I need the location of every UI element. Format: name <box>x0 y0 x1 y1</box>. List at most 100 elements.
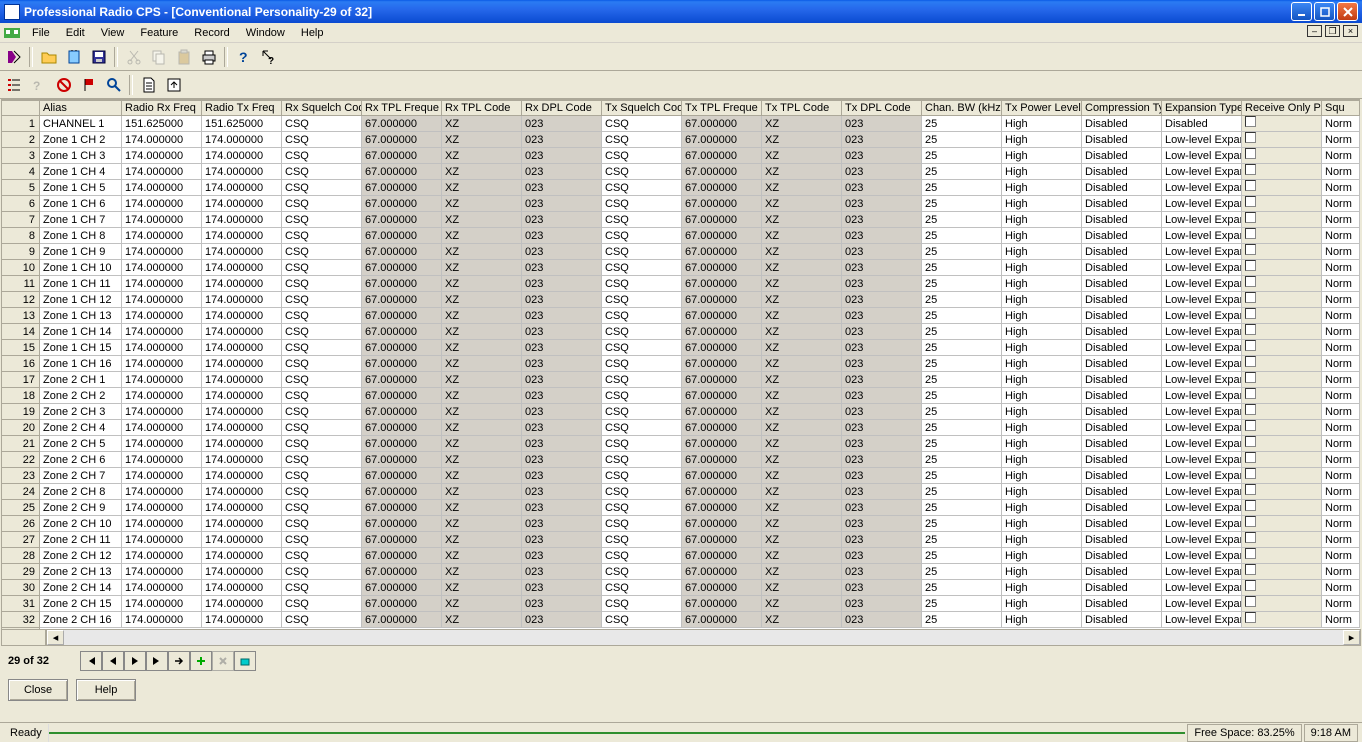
cell[interactable]: High <box>1002 276 1082 292</box>
cell[interactable]: 67.000000 <box>682 596 762 612</box>
cell[interactable]: 174.000000 <box>202 564 282 580</box>
cell[interactable]: Disabled <box>1082 468 1162 484</box>
cell[interactable]: Zone 1 CH 9 <box>40 244 122 260</box>
menu-view[interactable]: View <box>93 25 133 41</box>
cell[interactable]: XZ <box>442 164 522 180</box>
table-row[interactable]: 25Zone 2 CH 9174.000000174.000000CSQ67.0… <box>2 500 1360 516</box>
checkbox-icon[interactable] <box>1245 244 1256 255</box>
cell[interactable]: XZ <box>442 212 522 228</box>
tree-view-icon[interactable] <box>2 74 25 96</box>
cell[interactable]: 023 <box>842 468 922 484</box>
cell[interactable]: 174.000000 <box>122 404 202 420</box>
cell[interactable]: XZ <box>442 276 522 292</box>
cell[interactable]: 023 <box>522 148 602 164</box>
cell[interactable]: XZ <box>762 308 842 324</box>
cell[interactable]: 174.000000 <box>122 228 202 244</box>
context-help-icon[interactable]: ? <box>257 46 280 68</box>
checkbox-icon[interactable] <box>1245 164 1256 175</box>
cell[interactable]: Zone 1 CH 5 <box>40 180 122 196</box>
cell[interactable]: Norm <box>1322 164 1360 180</box>
cell[interactable]: 67.000000 <box>362 548 442 564</box>
cell[interactable] <box>1242 116 1322 132</box>
cell[interactable]: 174.000000 <box>122 244 202 260</box>
cell[interactable]: 25 <box>922 420 1002 436</box>
cell[interactable]: 174.000000 <box>122 468 202 484</box>
cell[interactable]: High <box>1002 564 1082 580</box>
cell[interactable]: XZ <box>762 324 842 340</box>
cell[interactable]: CSQ <box>282 164 362 180</box>
cell[interactable]: 023 <box>842 580 922 596</box>
cell[interactable]: High <box>1002 228 1082 244</box>
cell[interactable]: Disabled <box>1082 532 1162 548</box>
cell[interactable] <box>1242 132 1322 148</box>
cell[interactable]: Low-level Expan <box>1162 228 1242 244</box>
cell[interactable]: 67.000000 <box>682 612 762 628</box>
cell[interactable]: XZ <box>762 260 842 276</box>
cell[interactable]: 174.000000 <box>122 596 202 612</box>
table-row[interactable]: 27Zone 2 CH 11174.000000174.000000CSQ67.… <box>2 532 1360 548</box>
cell[interactable]: Disabled <box>1082 436 1162 452</box>
cell[interactable] <box>1242 276 1322 292</box>
cell[interactable]: XZ <box>762 196 842 212</box>
cell[interactable]: XZ <box>442 356 522 372</box>
cell[interactable]: Disabled <box>1082 116 1162 132</box>
cell[interactable]: High <box>1002 404 1082 420</box>
cell[interactable]: 151.625000 <box>202 116 282 132</box>
cell[interactable]: 6 <box>2 196 40 212</box>
col-header-8[interactable]: Tx Squelch Cod <box>602 101 682 116</box>
cell[interactable]: CSQ <box>282 484 362 500</box>
cell[interactable]: Zone 1 CH 2 <box>40 132 122 148</box>
cell[interactable]: 67.000000 <box>362 612 442 628</box>
cell[interactable]: 67.000000 <box>362 580 442 596</box>
cell[interactable]: 1 <box>2 116 40 132</box>
cell[interactable]: 25 <box>922 372 1002 388</box>
cell[interactable]: 023 <box>842 260 922 276</box>
checkbox-icon[interactable] <box>1245 532 1256 543</box>
cell[interactable]: 023 <box>522 404 602 420</box>
cell[interactable]: Zone 2 CH 10 <box>40 516 122 532</box>
cell[interactable]: Disabled <box>1082 148 1162 164</box>
cell[interactable]: 25 <box>922 196 1002 212</box>
table-row[interactable]: 1CHANNEL 1151.625000151.625000CSQ67.0000… <box>2 116 1360 132</box>
cell[interactable]: 2 <box>2 132 40 148</box>
find-icon[interactable] <box>102 74 125 96</box>
print-icon[interactable] <box>197 46 220 68</box>
cell[interactable]: XZ <box>762 420 842 436</box>
cell[interactable]: 16 <box>2 356 40 372</box>
checkbox-icon[interactable] <box>1245 468 1256 479</box>
cell[interactable]: 023 <box>842 292 922 308</box>
cell[interactable]: 023 <box>522 180 602 196</box>
cell[interactable]: 67.000000 <box>362 452 442 468</box>
cell[interactable]: XZ <box>762 596 842 612</box>
cell[interactable]: 25 <box>922 436 1002 452</box>
cell[interactable]: 67.000000 <box>682 228 762 244</box>
cell[interactable]: 174.000000 <box>122 500 202 516</box>
cell[interactable]: High <box>1002 340 1082 356</box>
cell[interactable]: 174.000000 <box>202 324 282 340</box>
cell[interactable]: 67.000000 <box>362 468 442 484</box>
cell[interactable]: High <box>1002 260 1082 276</box>
cell[interactable]: CSQ <box>602 532 682 548</box>
cell[interactable]: Low-level Expan <box>1162 292 1242 308</box>
cell[interactable]: Zone 2 CH 11 <box>40 532 122 548</box>
cell[interactable]: 25 <box>922 484 1002 500</box>
cell[interactable]: High <box>1002 308 1082 324</box>
cell[interactable]: 023 <box>522 580 602 596</box>
cell[interactable]: Norm <box>1322 372 1360 388</box>
cell[interactable] <box>1242 596 1322 612</box>
cell[interactable]: 174.000000 <box>122 372 202 388</box>
col-header-16[interactable]: Receive Only P <box>1242 101 1322 116</box>
cell[interactable]: 25 <box>922 532 1002 548</box>
cell[interactable]: High <box>1002 500 1082 516</box>
cell[interactable]: 67.000000 <box>362 244 442 260</box>
cell[interactable]: XZ <box>442 148 522 164</box>
help-icon[interactable]: ? <box>232 46 255 68</box>
cell[interactable]: CSQ <box>282 356 362 372</box>
cell[interactable]: Low-level Expan <box>1162 196 1242 212</box>
cell[interactable]: Zone 1 CH 3 <box>40 148 122 164</box>
cell[interactable]: 67.000000 <box>682 244 762 260</box>
cell[interactable]: 174.000000 <box>122 532 202 548</box>
cell[interactable]: Norm <box>1322 132 1360 148</box>
cell[interactable]: CSQ <box>602 548 682 564</box>
cell[interactable]: CSQ <box>602 292 682 308</box>
